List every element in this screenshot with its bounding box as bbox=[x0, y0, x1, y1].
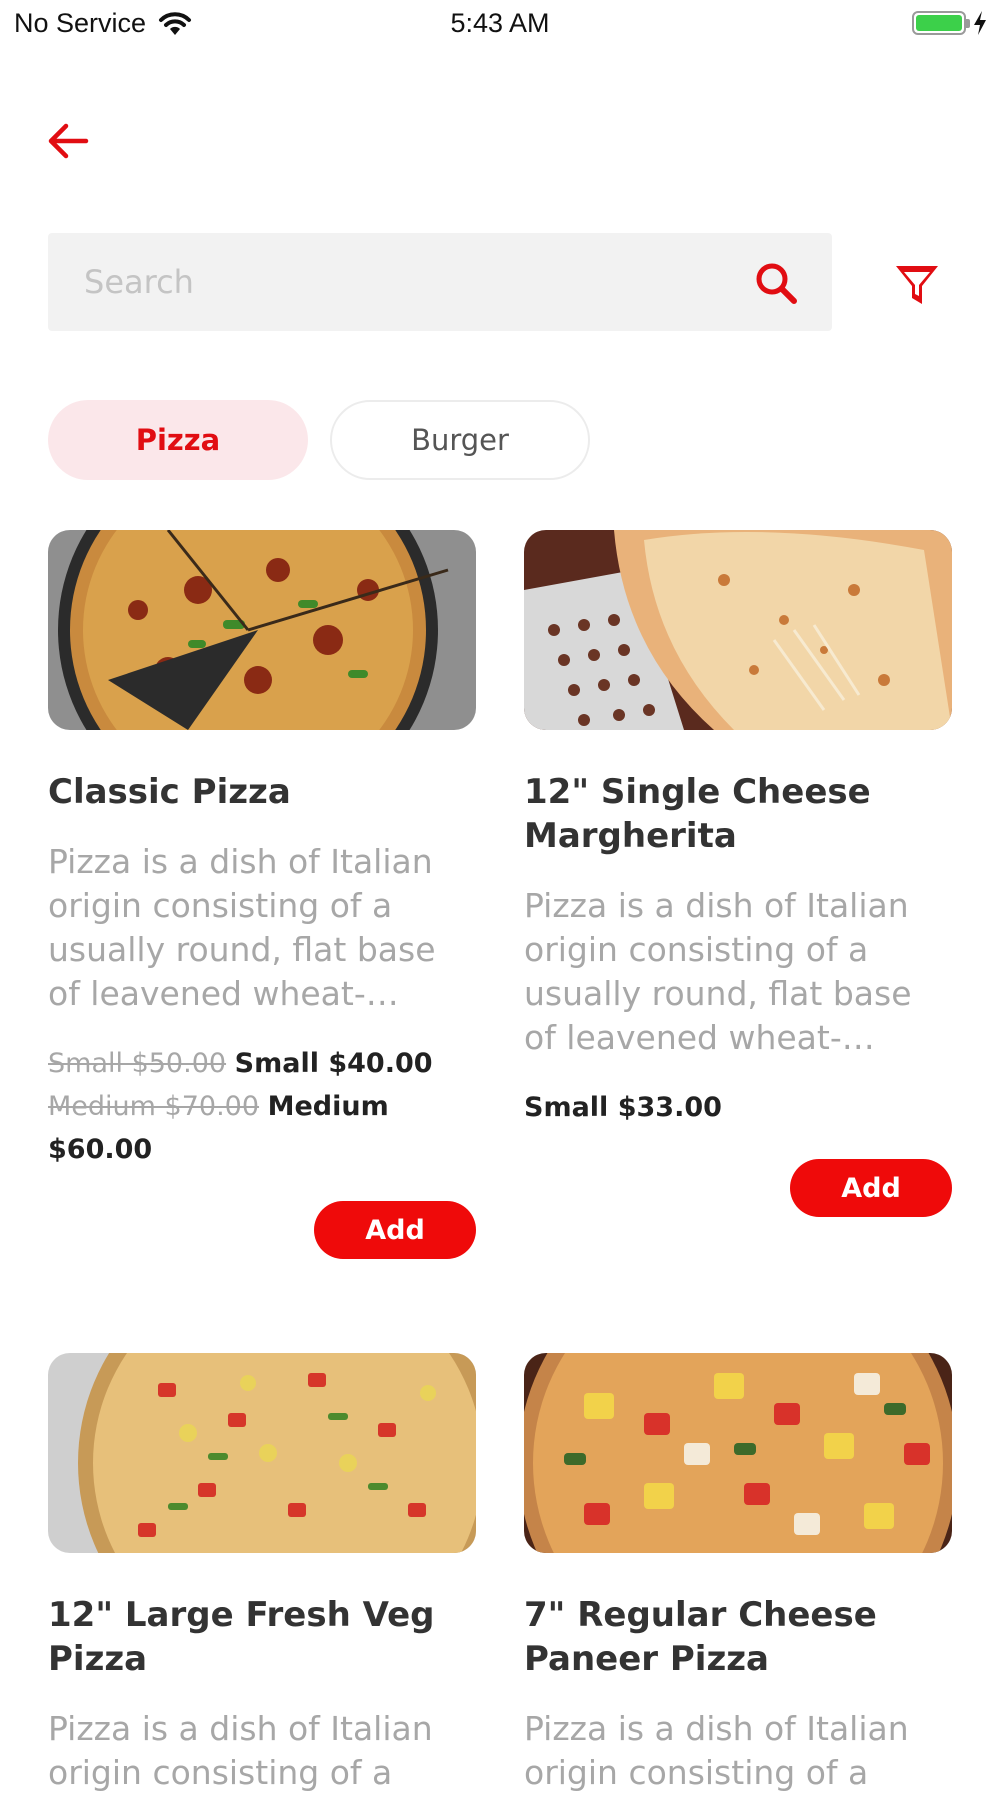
price-old: Medium $70.00 bbox=[48, 1091, 260, 1122]
price-new: Small $40.00 bbox=[234, 1048, 433, 1079]
product-description: Pizza is a dish of Italian origin consis… bbox=[524, 886, 912, 1057]
price-new: Small $33.00 bbox=[524, 1092, 722, 1123]
product-image bbox=[524, 530, 952, 730]
product-image bbox=[48, 1353, 476, 1553]
product-card[interactable]: 12" Large Fresh Veg Pizza Pizza is a dis… bbox=[48, 1353, 476, 1795]
price-old: Small $50.00 bbox=[48, 1048, 227, 1079]
status-time: 5:43 AM bbox=[450, 8, 550, 38]
search-box bbox=[48, 233, 832, 331]
battery-icon bbox=[912, 11, 970, 35]
charging-bolt-icon bbox=[974, 11, 986, 35]
product-title: 7" Regular Cheese Paneer Pizza bbox=[524, 1595, 877, 1679]
product-image bbox=[524, 1353, 952, 1553]
product-title: 12" Single Cheese Margherita bbox=[524, 772, 871, 856]
product-card[interactable]: 12" Single Cheese Margherita Pizza is a … bbox=[524, 530, 952, 1217]
product-image bbox=[48, 530, 476, 730]
status-right bbox=[912, 10, 988, 36]
product-description: Pizza is a dish of Italian origin consis… bbox=[524, 1709, 909, 1792]
tab-pizza[interactable]: Pizza bbox=[48, 400, 308, 480]
product-description: Pizza is a dish of Italian origin consis… bbox=[48, 842, 436, 1013]
filter-icon[interactable] bbox=[892, 260, 942, 310]
product-card[interactable]: 7" Regular Cheese Paneer Pizza Pizza is … bbox=[524, 1353, 952, 1795]
battery-fill bbox=[916, 15, 962, 31]
arrow-left-icon bbox=[48, 123, 89, 159]
status-bar: No Service 5:43 AM bbox=[0, 0, 1000, 50]
product-title: 12" Large Fresh Veg Pizza bbox=[48, 1595, 435, 1679]
tab-burger[interactable]: Burger bbox=[330, 400, 590, 480]
product-prices: Small $50.00 Small $40.00 Medium $70.00 … bbox=[48, 1042, 476, 1171]
product-description: Pizza is a dish of Italian origin consis… bbox=[48, 1709, 433, 1792]
product-card[interactable]: Classic Pizza Pizza is a dish of Italian… bbox=[48, 530, 476, 1259]
back-button[interactable] bbox=[44, 118, 92, 164]
add-button[interactable]: Add bbox=[790, 1159, 952, 1217]
product-prices: Small $33.00 bbox=[524, 1086, 952, 1129]
category-tabs: Pizza Burger bbox=[48, 400, 590, 480]
search-input[interactable] bbox=[84, 233, 724, 331]
search-icon[interactable] bbox=[752, 259, 800, 307]
product-title: Classic Pizza bbox=[48, 772, 291, 812]
add-button[interactable]: Add bbox=[314, 1201, 476, 1259]
